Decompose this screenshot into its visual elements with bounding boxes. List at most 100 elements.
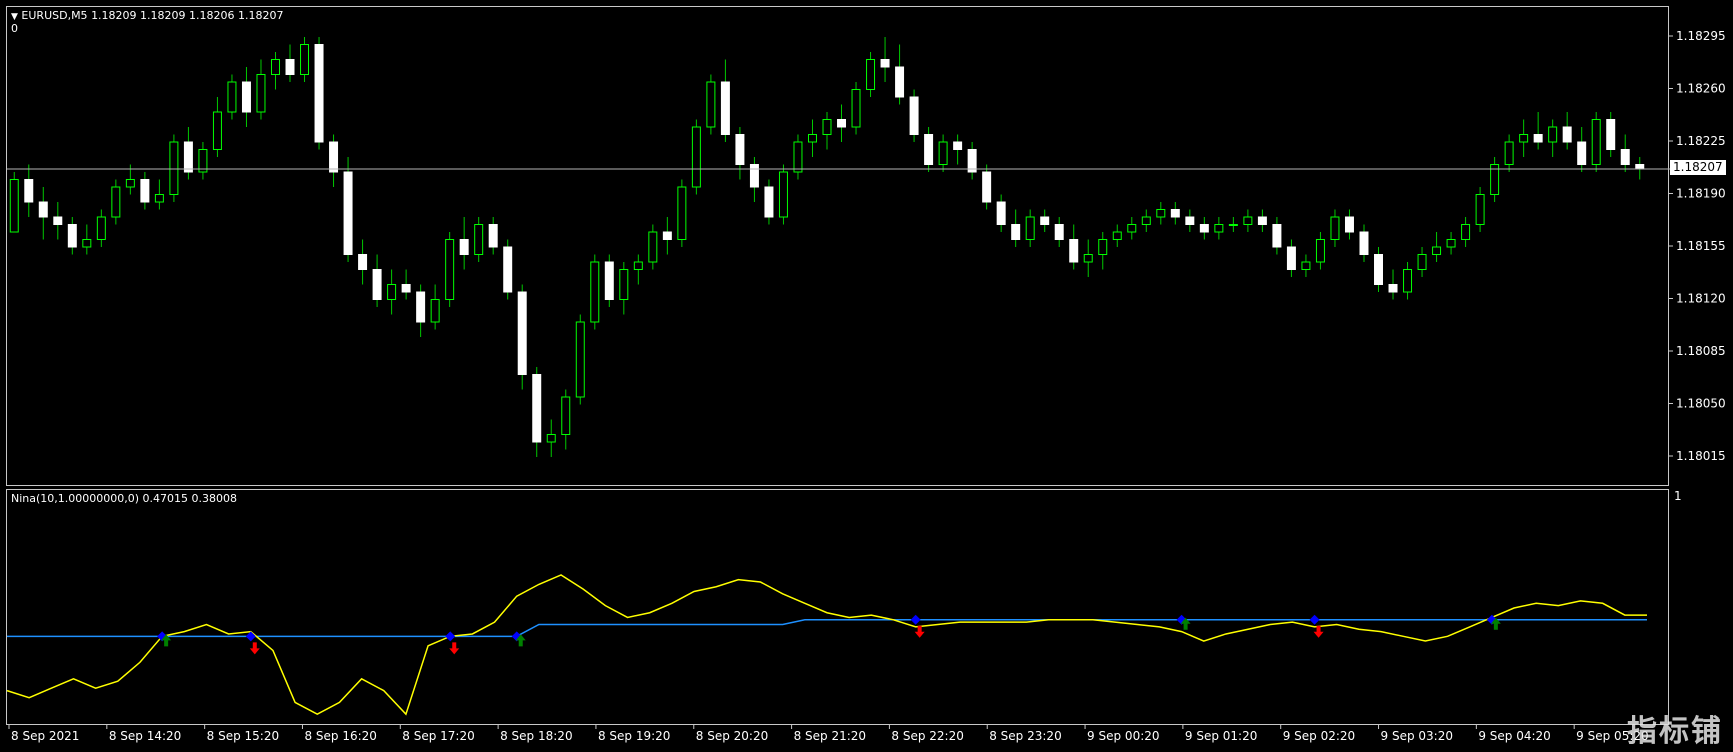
candle [488,217,498,255]
candle [1170,202,1180,225]
candle-body-bear [735,134,745,165]
candle [241,67,251,127]
price-chart-pane[interactable]: ▼ EURUSD,M5 1.18209 1.18209 1.18206 1.18… [6,6,1670,487]
candle [1156,202,1166,225]
candle-body-bear [488,224,498,248]
candle-body-bull [227,81,237,113]
candle [720,59,730,142]
watermark-logo: 指标铺 [1627,714,1723,749]
candle [1228,217,1238,232]
candle-body-bear [517,291,527,375]
candle [1330,209,1340,247]
candle [1374,247,1383,292]
candle [778,164,788,225]
candle-body-bull [1403,269,1413,293]
price-tick-label: 1.18085 [1676,344,1726,358]
candle [1040,209,1050,232]
down-arrow-icon [1313,625,1324,638]
candle [1272,217,1282,255]
main-subheader: 0 [11,22,18,35]
candle-body-bull [1432,246,1442,255]
candle [1519,119,1529,157]
candle [677,179,687,247]
candle [706,74,716,135]
candle-body-bear [53,216,63,225]
candle-body-bull [154,194,164,203]
candle [1606,112,1616,157]
candle-body-bull [1025,216,1035,240]
candle [198,142,208,180]
candle-body-bull [807,134,817,143]
candle-body-bull [851,89,861,128]
indicator-pane[interactable]: Nina(10,1.00000000,0) 0.47015 0.38008 [6,489,1669,725]
candle [140,172,150,210]
candle [1533,112,1543,150]
price-chart-canvas[interactable] [7,7,1670,487]
candle [764,179,774,225]
candle-body-bear [662,231,672,240]
time-tick-label: 8 Sep 23:20 [989,729,1061,743]
candle [895,44,905,105]
candle-body-bear [1170,209,1180,218]
candle-body-bull [387,284,397,300]
candle [459,217,469,270]
candle-body-bull [1330,216,1340,240]
time-tick-label: 8 Sep 22:20 [891,729,963,743]
candle-body-bull [1315,239,1325,263]
candle [1591,112,1601,172]
candle [1127,217,1137,240]
candle-body-bear [1562,126,1572,143]
candle [662,217,672,255]
candle-body-bull [82,239,92,248]
candle [1185,209,1195,232]
candle [561,389,571,450]
candle [24,164,34,217]
candle [909,89,919,142]
candle-body-bull [561,396,571,435]
candle [82,224,92,255]
candle-body-bear [401,284,411,293]
candle [416,284,426,337]
time-tick-label: 9 Sep 02:20 [1283,729,1355,743]
candle [1069,224,1079,270]
candle-body-bear [1185,216,1195,225]
candle [938,134,948,172]
candle [1388,269,1398,300]
time-tick-label: 8 Sep 19:20 [598,729,670,743]
candle [212,97,222,157]
candle-body-bear [459,239,469,255]
candle-body-bull [1141,216,1151,225]
time-tick-label: 8 Sep 2021 [11,729,79,743]
candle-body-bear [416,291,426,323]
candle [1475,187,1485,232]
candle [633,254,643,285]
indicator-canvas[interactable] [6,490,1670,726]
collapse-triangle-icon[interactable]: ▼ [11,12,18,22]
candle [430,284,440,330]
price-tick-label: 1.18120 [1676,292,1726,306]
candle [1504,134,1514,172]
candle-body-bull [590,261,600,323]
candle [807,119,817,157]
candle [358,239,368,285]
candle-body-bear [24,179,34,203]
candle-body-bear [314,44,324,143]
candle-body-bear [285,59,295,75]
candle [1403,262,1413,300]
candle-body-bear [503,246,513,293]
sell-arrow-icon [445,631,460,655]
candle-body-bear [604,261,614,300]
cross-marker-icon [1309,614,1320,625]
price-tick-label: 1.18050 [1676,397,1726,411]
candle-body-bear [1011,224,1021,240]
candle-body-bear [67,224,77,248]
candle [183,127,193,180]
candle [822,112,832,150]
cross-marker-icon [445,631,456,642]
candle [1620,134,1630,172]
candle [67,217,77,255]
candle [967,142,977,180]
candle [387,269,397,315]
chart-window[interactable]: ▼ EURUSD,M5 1.18209 1.18209 1.18206 1.18… [0,0,1733,752]
candle-body-bear [1069,239,1079,263]
